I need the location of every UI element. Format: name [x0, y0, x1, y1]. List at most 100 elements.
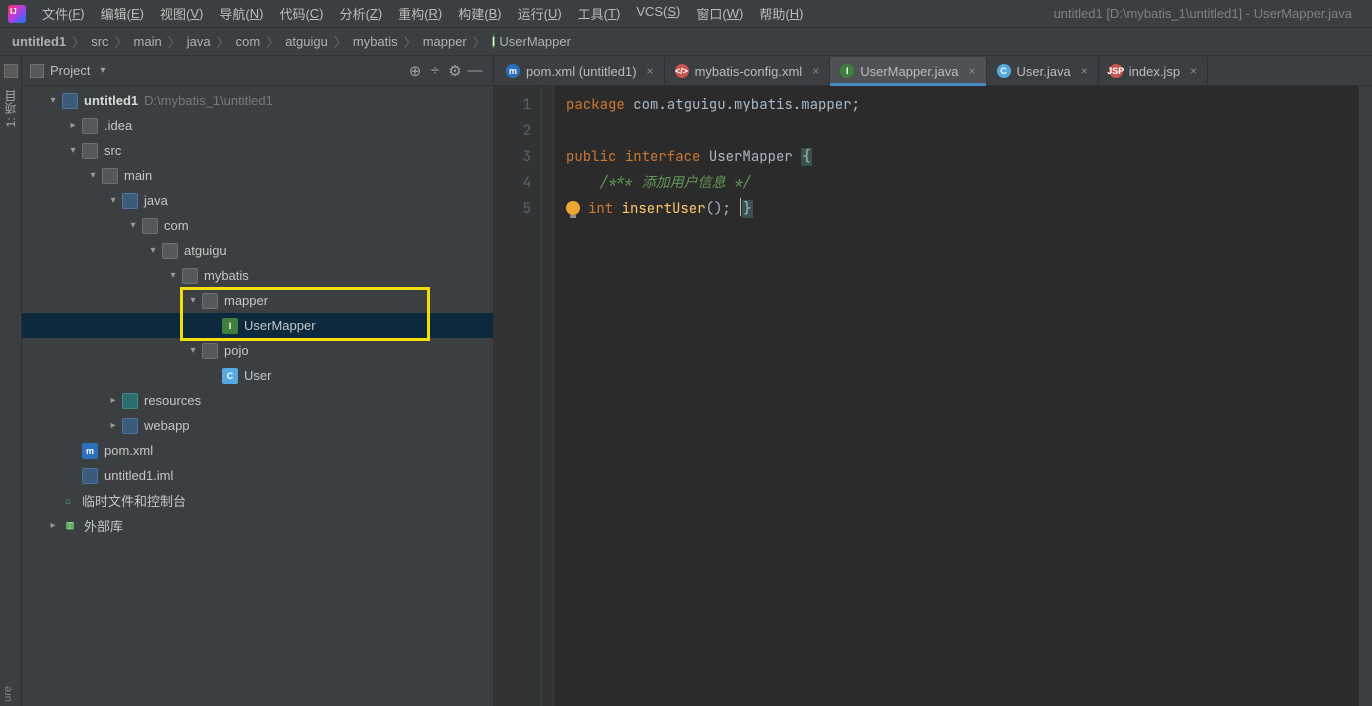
tree-label: mybatis [204, 268, 249, 283]
tree-pom-file[interactable]: m pom.xml [22, 438, 493, 463]
minimize-icon[interactable]: — [465, 61, 485, 81]
tree-external-libraries[interactable]: ▸ ▥ 外部库 [22, 513, 493, 538]
tree-idea-folder[interactable]: ▸ .idea [22, 113, 493, 138]
chevron-down-icon[interactable]: ▾ [106, 195, 120, 206]
menu-item-10[interactable]: VCS(S) [628, 4, 688, 19]
tree-resources-folder[interactable]: ▸ resources [22, 388, 493, 413]
breadcrumb-item[interactable]: main [130, 34, 166, 49]
chevron-down-icon[interactable]: ▾ [186, 295, 200, 306]
tree-webapp-folder[interactable]: ▸ webapp [22, 413, 493, 438]
web-folder-icon [122, 418, 138, 434]
line-number[interactable]: 3 [494, 144, 531, 170]
code-line-1[interactable]: package com.atguigu.mybatis.mapper; [566, 92, 1358, 118]
menu-item-8[interactable]: 运行(U) [510, 4, 570, 23]
tree-label: atguigu [184, 243, 227, 258]
tool-window-icon[interactable] [4, 64, 18, 78]
chevron-right-icon[interactable]: ▸ [106, 420, 120, 431]
code-line-5[interactable]: int insertUser(); } [566, 196, 1358, 222]
tree-scratches[interactable]: ⌂ 临时文件和控制台 [22, 488, 493, 513]
menu-item-9[interactable]: 工具(T) [570, 4, 629, 23]
editor-tab[interactable]: </>mybatis-config.xml× [665, 57, 831, 85]
chevron-down-icon[interactable]: ▾ [86, 170, 100, 181]
code-line-4[interactable]: /*** 添加用户信息 */ [566, 170, 1358, 196]
tree-com-package[interactable]: ▾ com [22, 213, 493, 238]
breadcrumb-label: mybatis [353, 34, 398, 49]
breadcrumb-label: com [236, 34, 261, 49]
editor-tab[interactable]: IUserMapper.java× [830, 57, 986, 85]
fold-gutter[interactable] [542, 86, 554, 706]
tree-mapper-package[interactable]: ▾ mapper [22, 288, 493, 313]
line-number[interactable]: 5 [494, 196, 531, 222]
chevron-down-icon[interactable]: ▾ [126, 220, 140, 231]
line-number[interactable]: 2 [494, 118, 531, 144]
code-line-2[interactable] [566, 118, 1358, 144]
intention-bulb-icon[interactable] [566, 201, 580, 215]
chevron-right-icon[interactable]: ▸ [106, 395, 120, 406]
breadcrumb-item[interactable]: java [183, 34, 215, 49]
left-gutter-label[interactable]: 1: 项目 [2, 90, 19, 127]
error-stripe[interactable] [1358, 86, 1372, 706]
breadcrumb-item[interactable]: com [232, 34, 265, 49]
chevron-right-icon: 〉 [264, 32, 281, 51]
close-icon[interactable]: × [1190, 64, 1197, 78]
menu-item-11[interactable]: 窗口(W) [688, 4, 751, 23]
expand-icon[interactable]: ÷ [425, 61, 445, 81]
line-number-gutter[interactable]: 12345 [494, 86, 542, 706]
chevron-down-icon[interactable]: ▾ [146, 245, 160, 256]
tree-iml-file[interactable]: untitled1.iml [22, 463, 493, 488]
tree-java-folder[interactable]: ▾ java [22, 188, 493, 213]
chevron-down-icon[interactable]: ▾ [66, 145, 80, 156]
tree-mybatis-package[interactable]: ▾ mybatis [22, 263, 493, 288]
chevron-down-icon[interactable]: ▾ [46, 95, 60, 106]
menu-item-3[interactable]: 导航(N) [211, 4, 271, 23]
chevron-down-icon[interactable]: ▾ [166, 270, 180, 281]
tree-atguigu-package[interactable]: ▾ atguigu [22, 238, 493, 263]
chevron-down-icon[interactable]: ▾ [186, 345, 200, 356]
file-type-icon: JSP [1109, 64, 1123, 78]
breadcrumb-item[interactable]: atguigu [281, 34, 332, 49]
tree-project-name: untitled1 [84, 93, 138, 108]
breadcrumb-item[interactable]: mybatis [349, 34, 402, 49]
project-tree[interactable]: ▾ untitled1 D:\mybatis_1\untitled1 ▸ .id… [22, 86, 493, 706]
menu-item-1[interactable]: 编辑(E) [93, 4, 152, 23]
package-icon [202, 343, 218, 359]
tree-label: com [164, 218, 189, 233]
code-area[interactable]: package com.atguigu.mybatis.mapper; publ… [554, 86, 1358, 706]
menu-item-5[interactable]: 分析(Z) [332, 4, 391, 23]
tab-label: UserMapper.java [860, 64, 958, 79]
tree-project-root[interactable]: ▾ untitled1 D:\mybatis_1\untitled1 [22, 88, 493, 113]
editor-tab[interactable]: mpom.xml (untitled1)× [496, 57, 665, 85]
menu-item-4[interactable]: 代码(C) [271, 4, 331, 23]
chevron-right-icon[interactable]: ▸ [46, 520, 60, 531]
line-number[interactable]: 4 [494, 170, 531, 196]
close-icon[interactable]: × [969, 64, 976, 78]
breadcrumb-item[interactable]: IUserMapper [488, 34, 575, 49]
close-icon[interactable]: × [647, 64, 654, 78]
chevron-right-icon[interactable]: ▸ [66, 120, 80, 131]
tree-main-folder[interactable]: ▾ main [22, 163, 493, 188]
tree-user-file[interactable]: C User [22, 363, 493, 388]
close-icon[interactable]: × [1081, 64, 1088, 78]
editor-tab[interactable]: JSPindex.jsp× [1099, 57, 1208, 85]
tree-label: src [104, 143, 121, 158]
breadcrumb-item[interactable]: untitled1 [8, 34, 70, 49]
editor-tab[interactable]: CUser.java× [987, 57, 1099, 85]
menu-item-6[interactable]: 重构(R) [390, 4, 450, 23]
menu-item-2[interactable]: 视图(V) [152, 4, 211, 23]
tree-usermapper-file[interactable]: I UserMapper [22, 313, 493, 338]
left-tool-gutter[interactable]: 1: 项目 [0, 56, 22, 706]
gear-icon[interactable]: ⚙ [445, 61, 465, 81]
breadcrumb-item[interactable]: src [87, 34, 112, 49]
line-number[interactable]: 1 [494, 92, 531, 118]
menu-item-0[interactable]: 文件(F) [34, 4, 93, 23]
tree-pojo-package[interactable]: ▾ pojo [22, 338, 493, 363]
tree-src-folder[interactable]: ▾ src [22, 138, 493, 163]
interface-icon: I [222, 318, 238, 334]
locate-icon[interactable]: ⊕ [405, 61, 425, 81]
code-line-3[interactable]: public interface UserMapper { [566, 144, 1358, 170]
breadcrumb-item[interactable]: mapper [419, 34, 471, 49]
menu-item-7[interactable]: 构建(B) [450, 4, 509, 23]
sidebar-title-button[interactable]: Project ▾ [30, 63, 405, 78]
close-icon[interactable]: × [812, 64, 819, 78]
menu-item-12[interactable]: 帮助(H) [751, 4, 811, 23]
